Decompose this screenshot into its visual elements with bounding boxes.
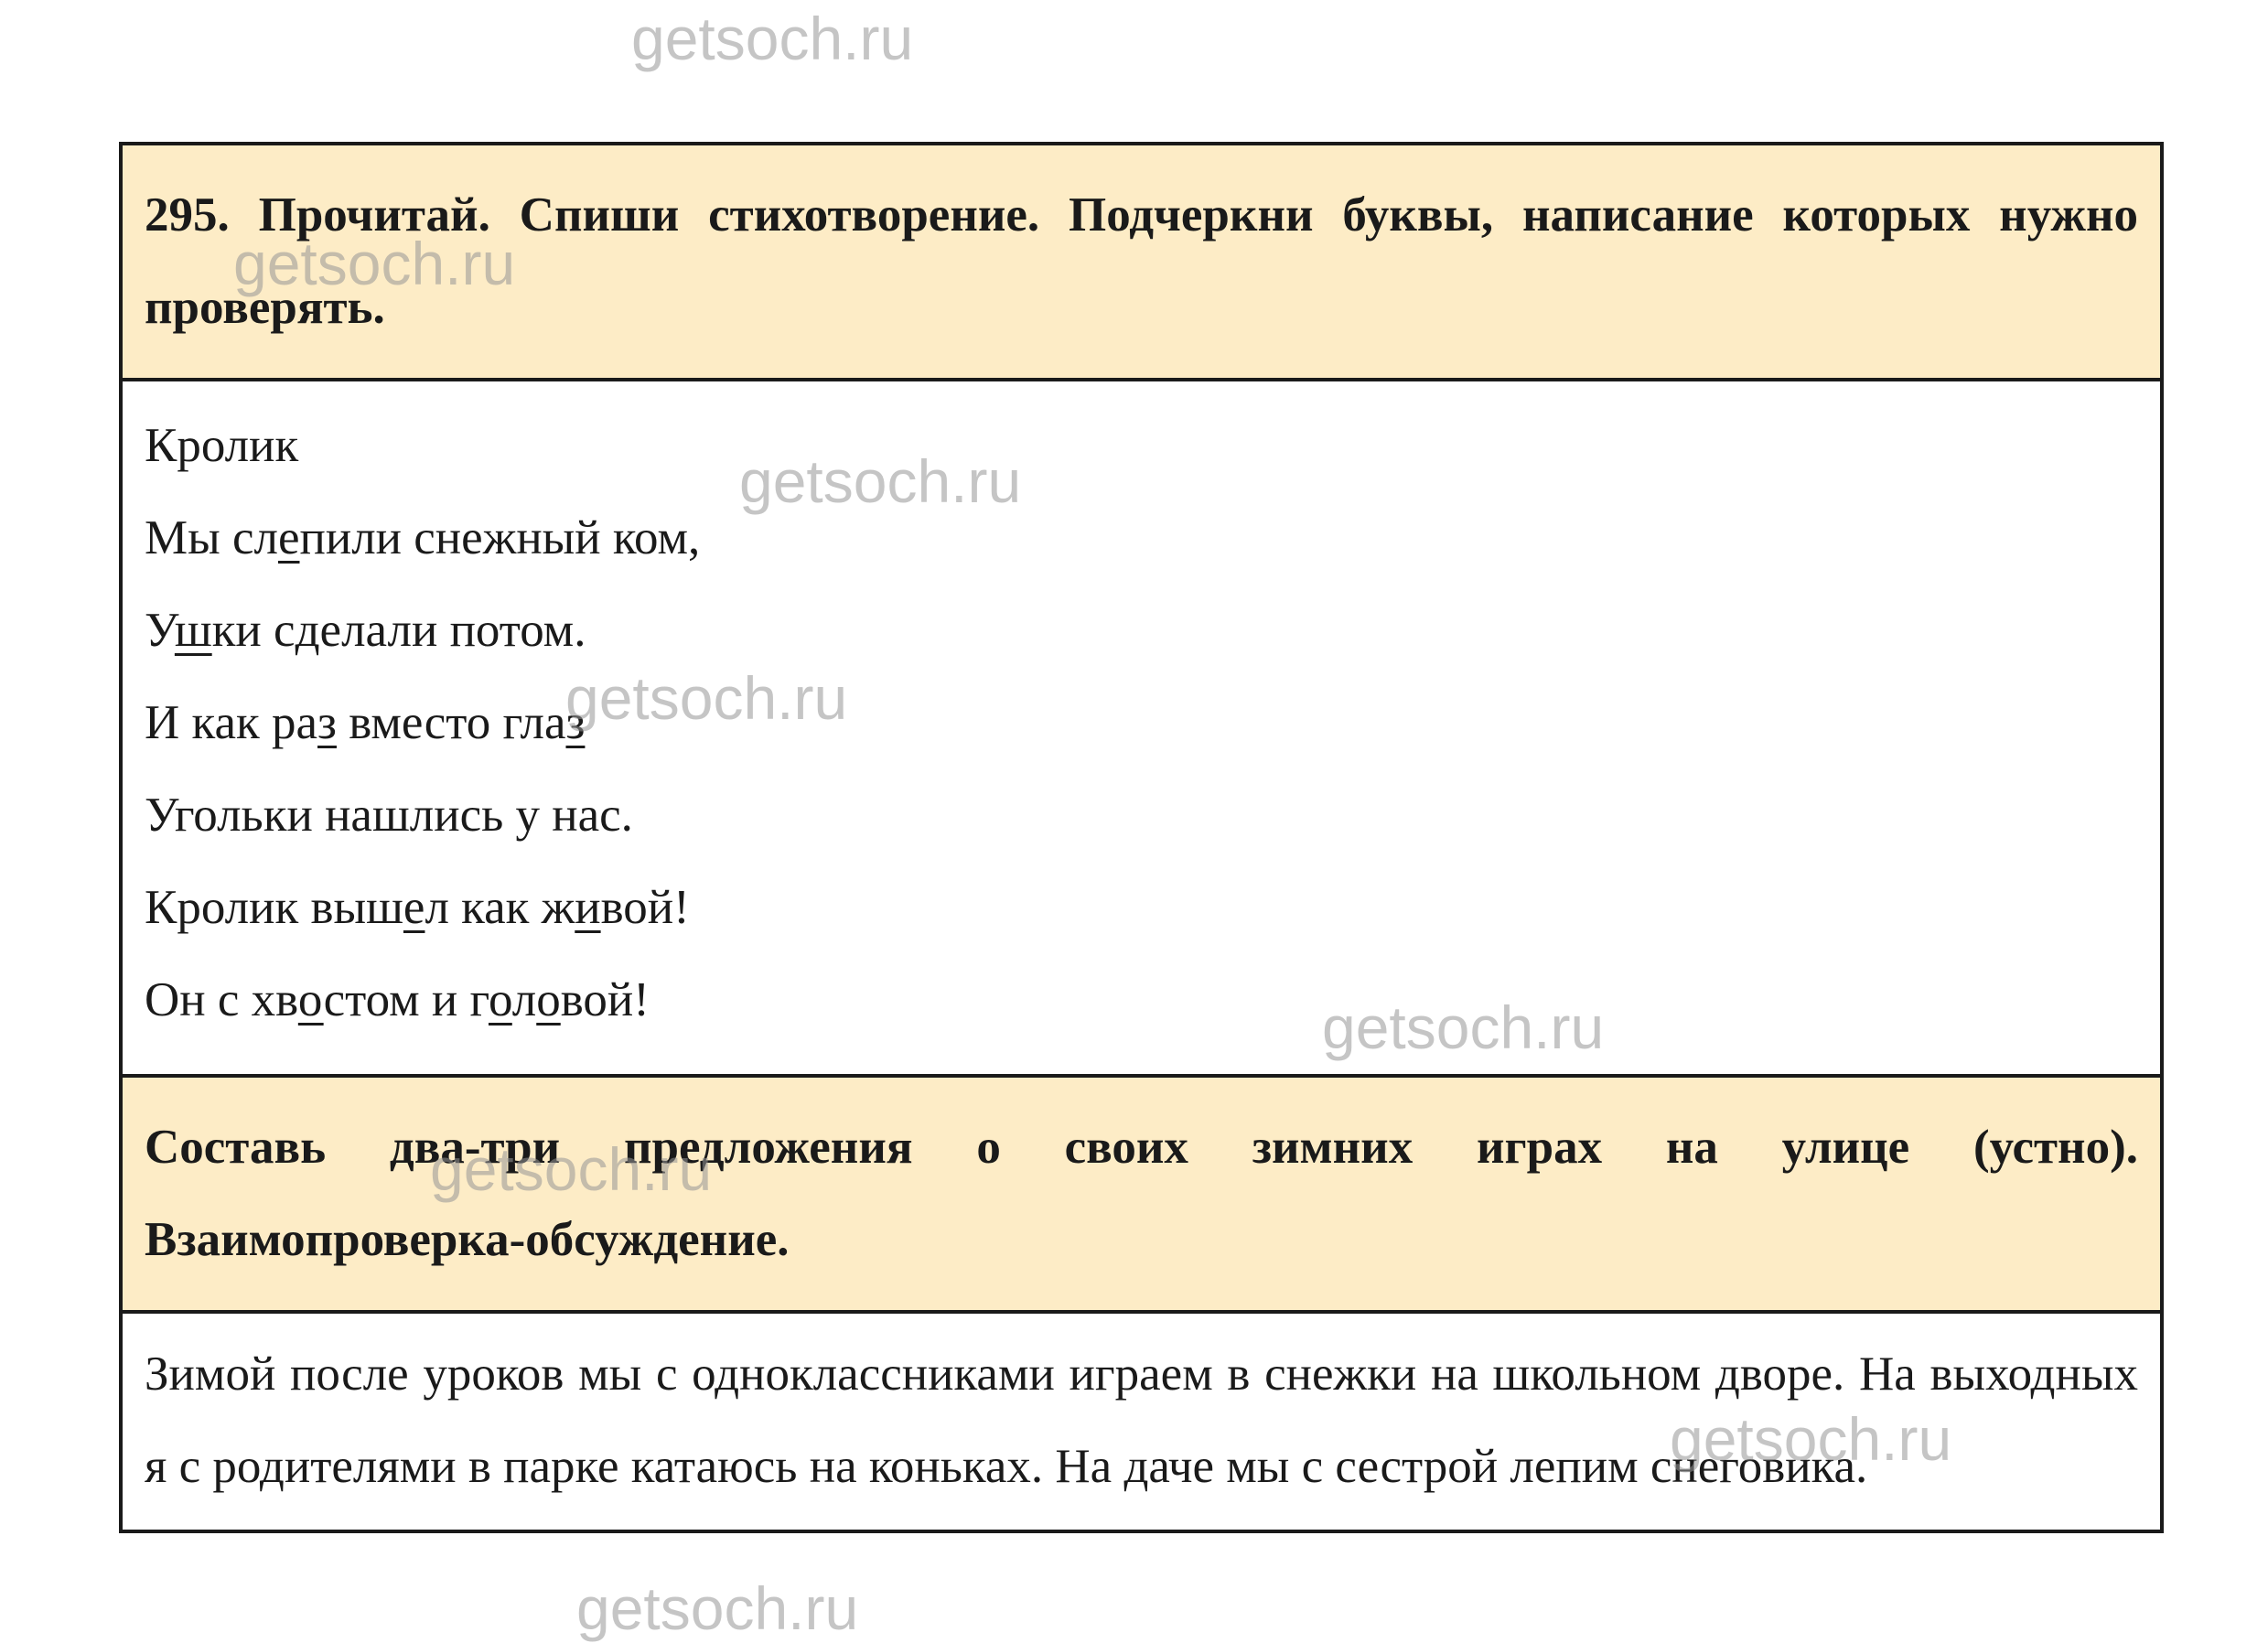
underlined-letter: з	[317, 696, 337, 749]
poem-text: Он с хв	[145, 973, 298, 1026]
poem-text: вой!	[600, 881, 690, 934]
poem-text: Кролик выш	[145, 881, 403, 934]
watermark: getsoch.ru	[631, 5, 914, 72]
poem-line: И как раз вместо глаз	[145, 677, 2138, 769]
poem-line: Угольки нашлись у нас.	[145, 769, 2138, 862]
poem-line: Ушки сделали потом.	[145, 585, 2138, 677]
poem-block: Кролик Мы слепили снежный ком, Ушки сдела…	[123, 381, 2160, 1078]
poem-text: ки сделали потом.	[211, 604, 586, 657]
page: 295. Прочитай. Спиши стихотворение. Подч…	[0, 0, 2268, 1642]
poem-text: л	[511, 973, 537, 1026]
underlined-letter: и	[575, 881, 601, 934]
poem-text: стом и г	[323, 973, 489, 1026]
underlined-letter: з	[565, 696, 586, 749]
poem-text: вой!	[560, 973, 650, 1026]
task-instruction: 295. Прочитай. Спиши стихотворение. Подч…	[123, 145, 2160, 381]
poem-text: У	[145, 604, 175, 657]
underlined-letter: е	[277, 511, 300, 564]
poem-line: Кролик вышел как живой!	[145, 862, 2138, 954]
poem-line: Мы слепили снежный ком,	[145, 492, 2138, 585]
underlined-letter: ш	[174, 604, 212, 657]
poem-text: л как ж	[425, 881, 575, 934]
poem-text: вместо гла	[336, 696, 566, 749]
watermark: getsoch.ru	[576, 1574, 859, 1642]
underlined-letter: е	[403, 881, 425, 934]
poem-text: Мы сл	[145, 511, 278, 564]
poem-line: Он с хвостом и головой!	[145, 954, 2138, 1047]
poem-text: пили снежный ком,	[299, 511, 701, 564]
answer-text: Зимой после уроков мы с одноклассниками …	[145, 1348, 2138, 1493]
task-instruction-text: 295. Прочитай. Спиши стихотворение. Подч…	[145, 188, 2138, 334]
poem-text: И как ра	[145, 696, 318, 749]
task-instruction-2: Составь два‑три предложения о своих зимн…	[123, 1078, 2160, 1314]
poem-text: Угольки нашлись у нас.	[145, 789, 633, 842]
underlined-letter: о	[488, 973, 512, 1026]
exercise-table: 295. Прочитай. Спиши стихотворение. Подч…	[119, 142, 2164, 1533]
poem-title: Кролик	[145, 419, 299, 472]
poem-lines: Мы слепили снежный ком, Ушки сделали пото…	[145, 492, 2138, 1047]
answer-block: Зимой после уроков мы с одноклассниками …	[123, 1314, 2160, 1530]
underlined-letter: о	[536, 973, 561, 1026]
underlined-letter: о	[297, 973, 324, 1026]
task-instruction-2-text: Составь два‑три предложения о своих зимн…	[145, 1121, 2138, 1266]
